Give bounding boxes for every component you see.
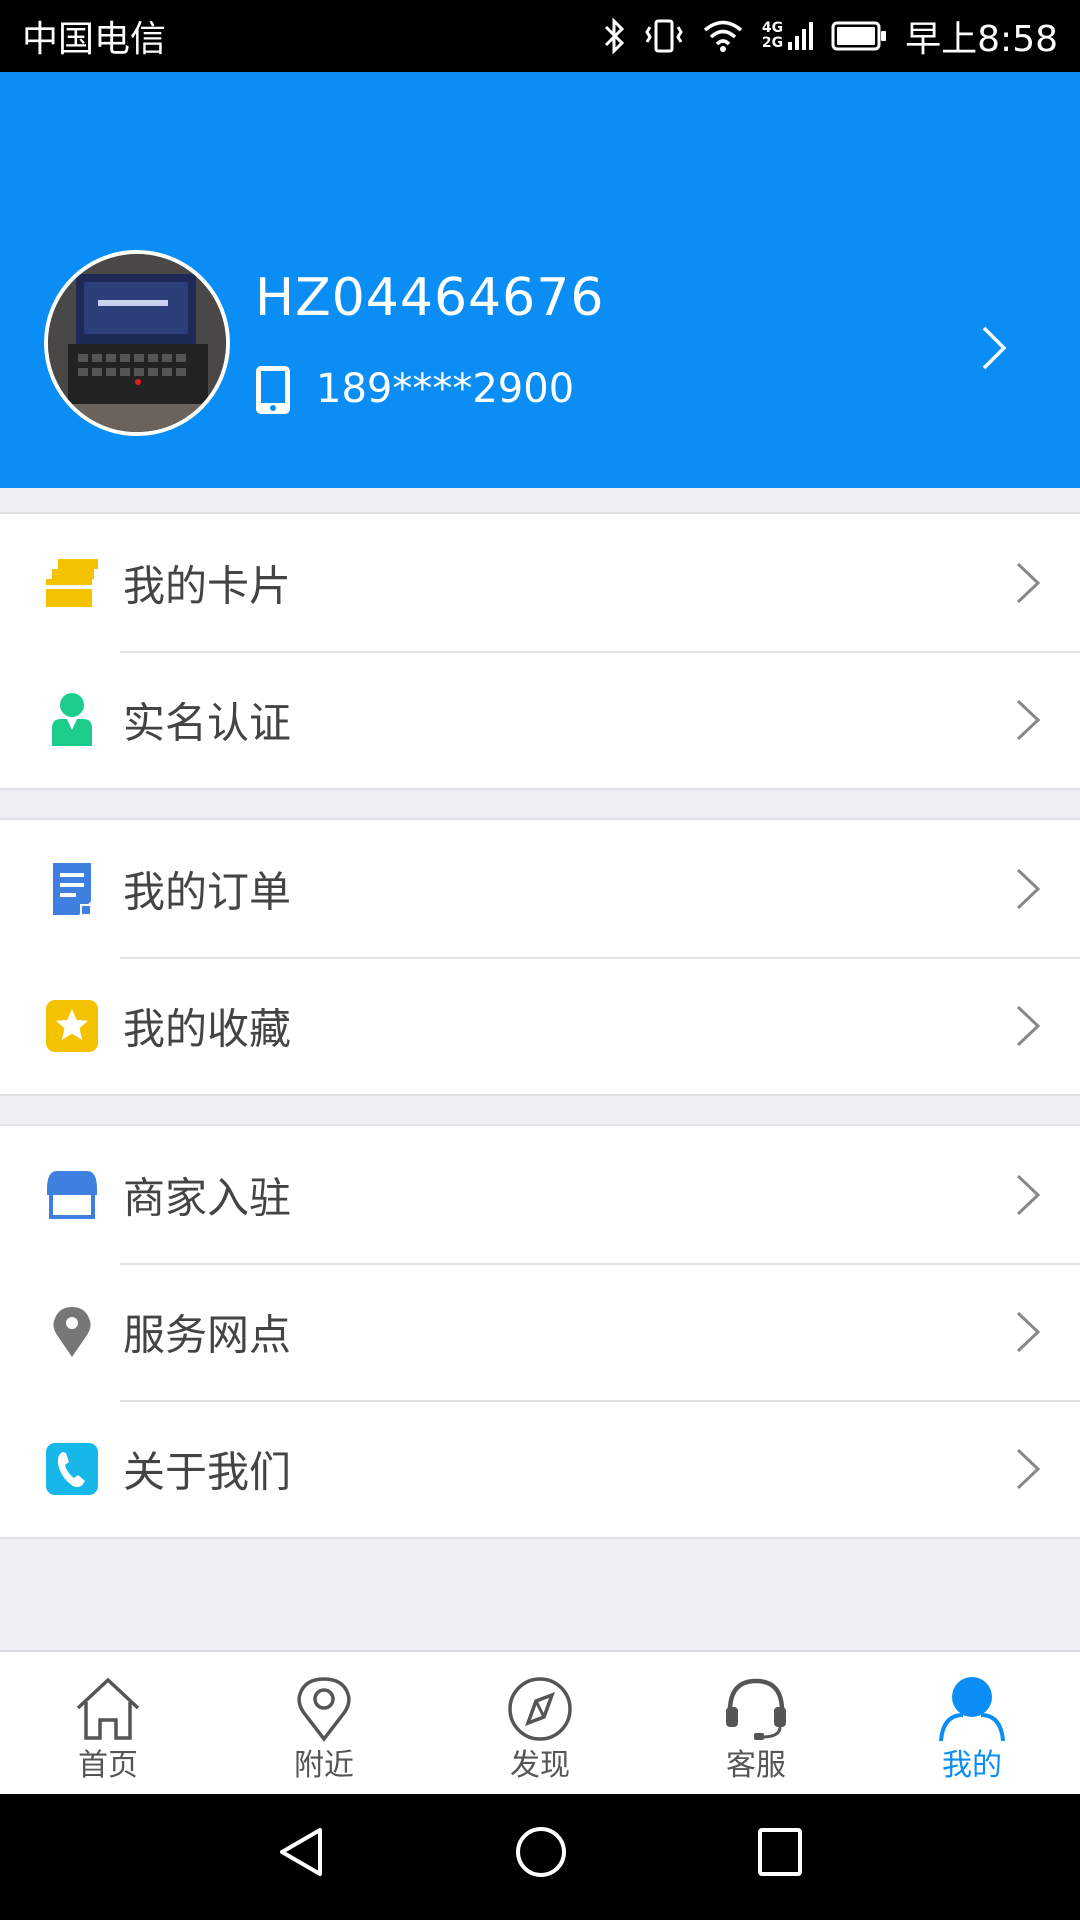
back-icon[interactable] (276, 1824, 326, 1880)
nav-tab-nearby[interactable]: 附近 (216, 1652, 432, 1794)
chevron-right-icon (1016, 1448, 1041, 1489)
signal-4g-2g-icon: 4G 2G (761, 20, 814, 52)
menu-group-services: 商家入驻 服务网点 关于我们 (0, 1124, 1080, 1539)
menu-item-merchant-join[interactable]: 商家入驻 (0, 1126, 1080, 1263)
nav-label: 发现 (510, 1748, 570, 1783)
favorite-star-icon (44, 998, 100, 1054)
headset-icon (722, 1674, 790, 1744)
menu-item-about-us[interactable]: 关于我们 (0, 1400, 1080, 1537)
chevron-right-icon (1016, 562, 1041, 603)
vibrate-icon (645, 19, 683, 53)
compass-icon (506, 1674, 574, 1744)
menu-label: 实名认证 (123, 698, 292, 747)
menu-label: 商家入驻 (123, 1173, 292, 1222)
chevron-right-icon (1016, 1005, 1041, 1046)
username: HZ04464676 (255, 268, 605, 328)
profile-icon (937, 1674, 1007, 1744)
home-icon (72, 1674, 144, 1744)
nav-tab-discover[interactable]: 发现 (432, 1652, 648, 1794)
menu-label: 关于我们 (123, 1447, 292, 1496)
menu-item-my-cards[interactable]: 我的卡片 (0, 514, 1080, 651)
chevron-right-icon (1016, 699, 1041, 740)
nav-tab-mine[interactable]: 我的 (864, 1652, 1080, 1794)
chevron-right-icon (1016, 1311, 1041, 1352)
status-icons: 4G 2G 早上8:58 (602, 10, 1058, 62)
avatar[interactable] (44, 250, 230, 436)
nav-tab-customer-service[interactable]: 客服 (648, 1652, 864, 1794)
menu-item-service-outlets[interactable]: 服务网点 (0, 1263, 1080, 1400)
phone-number: 189****2900 (316, 366, 575, 412)
network-label-bottom: 2G (761, 35, 784, 51)
home-circle-icon[interactable] (514, 1824, 568, 1880)
nav-label: 我的 (942, 1748, 1002, 1783)
chevron-right-icon (1016, 868, 1041, 909)
bluetooth-icon (604, 17, 625, 55)
user-verify-icon (44, 692, 100, 748)
recents-icon[interactable] (756, 1824, 804, 1880)
status-bar: 中国电信 4G 2G 早上8:58 (0, 0, 1080, 72)
chevron-right-icon (1016, 1174, 1041, 1215)
menu-group-orders: 我的订单 我的收藏 (0, 818, 1080, 1096)
system-navigation-bar (0, 1794, 1080, 1920)
nav-label: 客服 (726, 1748, 786, 1783)
menu-group-account: 我的卡片 实名认证 (0, 512, 1080, 790)
menu-label: 我的卡片 (123, 561, 292, 610)
location-pin-icon (44, 1304, 100, 1360)
battery-icon (831, 21, 887, 51)
phone-call-icon (44, 1441, 100, 1497)
menu-label: 我的收藏 (123, 1004, 292, 1053)
clock: 早上8:58 (905, 19, 1058, 60)
menu-label: 服务网点 (123, 1310, 292, 1359)
network-label-top: 4G (761, 20, 784, 36)
menu-item-my-orders[interactable]: 我的订单 (0, 820, 1080, 957)
nav-label: 附近 (294, 1748, 354, 1783)
carrier-label: 中国电信 (22, 19, 167, 60)
chevron-right-icon[interactable] (980, 324, 1008, 372)
menu-item-real-name-verification[interactable]: 实名认证 (0, 651, 1080, 788)
profile-header[interactable]: HZ04464676 189****2900 (0, 72, 1080, 488)
avatar-photo (48, 254, 226, 432)
wifi-icon (703, 20, 743, 52)
mobile-phone-icon (256, 366, 290, 414)
bottom-navigation: 首页 附近 发现 客服 我的 (0, 1650, 1080, 1794)
menu-item-my-favorites[interactable]: 我的收藏 (0, 957, 1080, 1094)
nearby-pin-icon (294, 1674, 354, 1744)
nav-label: 首页 (78, 1748, 138, 1783)
store-icon (44, 1167, 100, 1223)
order-icon (44, 861, 100, 917)
menu-label: 我的订单 (123, 867, 292, 916)
card-icon (44, 555, 100, 611)
nav-tab-home[interactable]: 首页 (0, 1652, 216, 1794)
